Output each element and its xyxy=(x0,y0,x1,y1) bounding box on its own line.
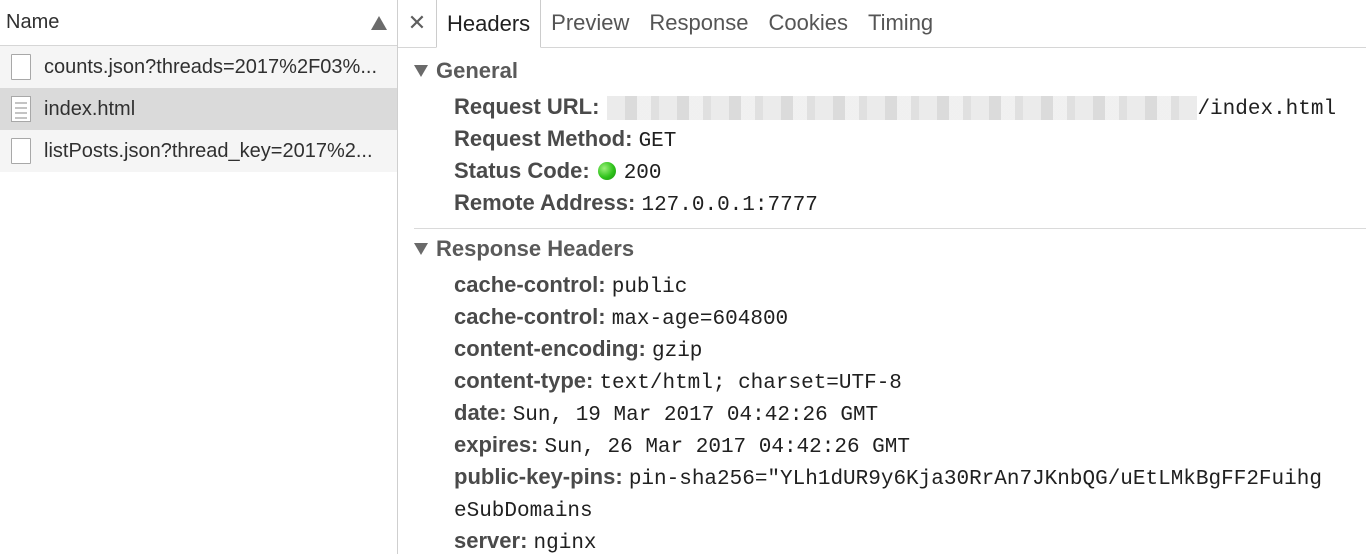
header-key: server: xyxy=(454,528,528,553)
request-row-counts[interactable]: counts.json?threads=2017%2F03%... xyxy=(0,46,397,88)
remote-address-row: Remote Address: 127.0.0.1:7777 xyxy=(454,190,818,217)
collapse-triangle-icon xyxy=(414,243,428,255)
response-header-row: expires: Sun, 26 Mar 2017 04:42:26 GMT xyxy=(454,432,910,459)
header-value: public xyxy=(611,276,688,299)
request-row-index[interactable]: index.html xyxy=(0,88,397,130)
response-header-row: public-key-pins: pin-sha256="YLh1dUR9y6K… xyxy=(454,464,1322,491)
response-header-row: server: nginx xyxy=(454,528,597,554)
header-value: 200 xyxy=(623,162,662,185)
status-ok-dot-icon xyxy=(597,162,616,180)
file-icon xyxy=(11,138,31,164)
response-header-row: date: Sun, 19 Mar 2017 04:42:26 GMT xyxy=(454,400,878,427)
details-tab-bar: ✕ Headers Preview Response Cookies Timin… xyxy=(398,0,1366,48)
sort-ascending-icon[interactable] xyxy=(371,15,387,30)
response-header-row: content-type: text/html; charset=UTF-8 xyxy=(454,368,902,395)
request-name: listPosts.json?thread_key=2017%2... xyxy=(44,139,373,162)
response-header-continuation: eSubDomains xyxy=(454,496,593,523)
document-icon xyxy=(11,96,31,122)
header-key: cache-control: xyxy=(454,272,606,297)
request-url-row: Request URL: /index.html xyxy=(454,94,1336,121)
header-value: 127.0.0.1:7777 xyxy=(641,194,818,217)
response-headers-section-header[interactable]: Response Headers xyxy=(414,236,634,262)
header-key: Status Code: xyxy=(454,158,590,183)
header-value: pin-sha256="YLh1dUR9y6Kja30RrAn7JKnbQG/u… xyxy=(628,468,1322,491)
request-row-listposts[interactable]: listPosts.json?thread_key=2017%2... xyxy=(0,130,397,172)
tab-cookies[interactable]: Cookies xyxy=(758,0,857,47)
tab-response[interactable]: Response xyxy=(639,0,758,47)
request-details: ✕ Headers Preview Response Cookies Timin… xyxy=(398,0,1366,554)
file-icon xyxy=(11,54,31,80)
header-value: gzip xyxy=(652,340,703,363)
header-key: content-encoding: xyxy=(454,336,646,361)
header-key: content-type: xyxy=(454,368,594,393)
header-key: cache-control: xyxy=(454,304,606,329)
header-value: max-age=604800 xyxy=(611,308,789,331)
request-name: counts.json?threads=2017%2F03%... xyxy=(44,55,377,78)
header-key: Request Method: xyxy=(454,126,633,151)
header-key: date: xyxy=(454,400,507,425)
section-title: General xyxy=(436,58,518,83)
response-header-row: cache-control: max-age=604800 xyxy=(454,304,788,331)
tab-headers[interactable]: Headers xyxy=(436,0,542,48)
devtools-network-panel: Name counts.json?threads=2017%2F03%... i… xyxy=(0,0,1366,554)
response-header-row: cache-control: public xyxy=(454,272,687,299)
header-value: eSubDomains xyxy=(454,500,593,523)
header-key: expires: xyxy=(454,432,539,457)
header-value: Sun, 26 Mar 2017 04:42:26 GMT xyxy=(544,436,910,459)
section-title: Response Headers xyxy=(436,236,635,261)
name-column-header[interactable]: Name xyxy=(0,0,397,46)
header-key: Remote Address: xyxy=(454,190,636,215)
header-value: /index.html xyxy=(1197,98,1337,121)
request-list: Name counts.json?threads=2017%2F03%... i… xyxy=(0,0,398,554)
status-code-row: Status Code: 200 xyxy=(454,158,662,185)
header-key: public-key-pins: xyxy=(454,464,623,489)
request-name: index.html xyxy=(44,97,136,120)
header-value: Sun, 19 Mar 2017 04:42:26 GMT xyxy=(512,404,879,427)
header-value: text/html; charset=UTF-8 xyxy=(599,372,902,395)
request-method-row: Request Method: GET xyxy=(454,126,676,153)
header-value: nginx xyxy=(533,532,597,554)
section-divider xyxy=(414,228,1366,229)
collapse-triangle-icon xyxy=(414,65,428,77)
tab-timing[interactable]: Timing xyxy=(858,0,943,47)
header-key: Request URL: xyxy=(454,94,600,119)
general-section-header[interactable]: General xyxy=(414,58,518,84)
close-icon[interactable]: ✕ xyxy=(398,0,436,47)
header-value: GET xyxy=(638,130,677,153)
redacted-url-blur xyxy=(607,96,1198,121)
tab-preview[interactable]: Preview xyxy=(541,0,639,47)
response-header-row: content-encoding: gzip xyxy=(454,336,702,363)
name-column-label: Name xyxy=(6,11,60,33)
